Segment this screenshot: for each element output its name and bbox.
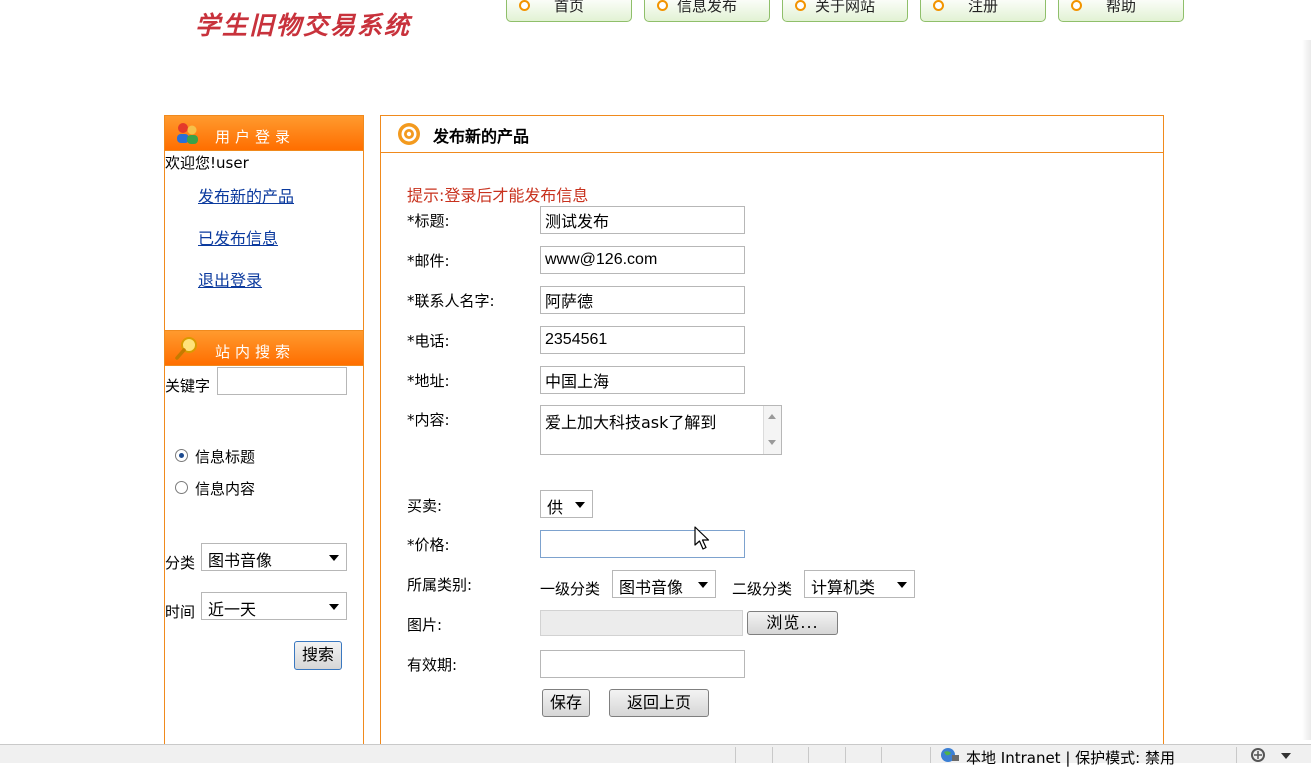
radio-search-title[interactable] — [175, 449, 188, 462]
search-box-header: 站内搜索 — [165, 331, 363, 365]
publish-panel-header: 发布新的产品 — [381, 116, 1163, 153]
scroll-up-icon[interactable] — [768, 414, 776, 419]
image-label: 图片: — [407, 616, 443, 634]
address-label: *地址: — [407, 372, 450, 390]
title-label: *标题: — [407, 212, 450, 230]
level2-label: 二级分类 — [732, 580, 793, 598]
save-button[interactable]: 保存 — [542, 689, 590, 717]
title-input[interactable] — [540, 206, 745, 234]
publish-panel-title: 发布新的产品 — [433, 127, 530, 146]
address-input[interactable] — [540, 366, 745, 394]
nav-about-label: 关于网站 — [814, 0, 875, 15]
divider — [772, 747, 773, 763]
login-box-title: 用户登录 — [215, 128, 296, 146]
content-textarea[interactable]: 爱上加大科技ask了解到 — [540, 405, 782, 455]
divider — [165, 150, 363, 151]
textarea-scrollbar[interactable] — [763, 406, 781, 454]
divider — [735, 747, 736, 763]
zoom-icon[interactable] — [1250, 747, 1272, 763]
category-label: 分类 — [165, 554, 196, 572]
keyword-label: 关键字 — [165, 377, 211, 395]
divider — [1236, 747, 1237, 763]
phone-label: *电话: — [407, 332, 450, 350]
chevron-down-icon — [897, 582, 907, 588]
radio-search-content[interactable] — [175, 481, 188, 494]
chevron-down-icon — [329, 555, 339, 561]
keyword-input[interactable] — [217, 367, 347, 395]
time-select[interactable]: 近一天 — [201, 592, 347, 620]
link-published-info[interactable]: 已发布信息 — [198, 225, 278, 249]
mouse-cursor-icon — [694, 526, 710, 550]
nav-home[interactable]: 首页 — [506, 0, 632, 22]
publish-panel: 发布新的产品 提示:登录后才能发布信息 *标题: *邮件: *联系人名字: *电… — [380, 115, 1164, 745]
radio-content-label: 信息内容 — [195, 480, 256, 498]
category-select[interactable]: 图书音像 — [201, 543, 347, 571]
trade-select-value: 供 — [547, 498, 564, 517]
search-button[interactable]: 搜索 — [294, 641, 342, 670]
nav-register-label: 注册 — [967, 0, 998, 15]
site-logo-title: 学生旧物交易系统 — [195, 11, 412, 40]
divider — [845, 747, 846, 763]
price-label: *价格: — [407, 536, 450, 554]
magnifier-icon — [175, 337, 197, 360]
contact-label: *联系人名字: — [407, 292, 495, 310]
email-input[interactable] — [540, 246, 745, 274]
nav-help-label: 帮助 — [1105, 0, 1136, 15]
divider — [881, 747, 882, 763]
target-icon — [398, 123, 420, 145]
trade-select[interactable]: 供 — [540, 490, 593, 518]
price-input[interactable] — [540, 530, 745, 558]
page-scrollbar-edge[interactable] — [1302, 40, 1311, 740]
browse-button[interactable]: 浏览... — [747, 611, 838, 635]
radio-title-label: 信息标题 — [195, 448, 256, 466]
zoom-dropdown-icon[interactable] — [1281, 753, 1291, 759]
level2-select-value: 计算机类 — [811, 578, 876, 597]
time-select-value: 近一天 — [208, 600, 257, 619]
level1-select[interactable]: 图书音像 — [612, 570, 716, 598]
link-publish-product[interactable]: 发布新的产品 — [198, 183, 294, 207]
divider — [930, 747, 931, 763]
level1-select-value: 图书音像 — [619, 578, 684, 597]
email-label: *邮件: — [407, 252, 450, 270]
nav-help[interactable]: 帮助 — [1058, 0, 1184, 22]
content-text: 爱上加大科技ask了解到 — [545, 413, 717, 432]
link-logout[interactable]: 退出登录 — [198, 267, 262, 291]
intranet-globe-icon — [941, 748, 959, 762]
nav-about[interactable]: 关于网站 — [782, 0, 908, 22]
image-path-field[interactable] — [540, 610, 743, 636]
security-zone-text: 本地 Intranet | 保护模式: 禁用 — [966, 749, 1175, 767]
nav-home-label: 首页 — [553, 0, 584, 15]
chevron-down-icon — [575, 502, 585, 508]
login-box-header: 用户登录 — [165, 116, 363, 150]
nav-publish[interactable]: 信息发布 — [644, 0, 770, 22]
status-bar: 本地 Intranet | 保护模式: 禁用 — [0, 744, 1311, 767]
users-icon — [177, 123, 198, 144]
welcome-text: 欢迎您!user — [165, 154, 249, 172]
nav-register[interactable]: 注册 — [920, 0, 1046, 22]
validity-label: 有效期: — [407, 656, 458, 674]
level1-label: 一级分类 — [540, 580, 601, 598]
validity-input[interactable] — [540, 650, 745, 678]
chevron-down-icon — [698, 582, 708, 588]
phone-input[interactable] — [540, 326, 745, 354]
divider — [808, 747, 809, 763]
level2-select[interactable]: 计算机类 — [804, 570, 915, 598]
back-button[interactable]: 返回上页 — [609, 689, 709, 717]
login-hint: 提示:登录后才能发布信息 — [407, 186, 589, 205]
chevron-down-icon — [329, 604, 339, 610]
content-label: *内容: — [407, 411, 450, 429]
category-select-value: 图书音像 — [208, 551, 273, 570]
nav-publish-label: 信息发布 — [676, 0, 737, 15]
contact-input[interactable] — [540, 286, 745, 314]
search-box-title: 站内搜索 — [215, 343, 296, 361]
sidebar: 用户登录 欢迎您!user 发布新的产品 已发布信息 退出登录 站内搜索 关键字… — [164, 115, 364, 745]
category-label: 所属类别: — [407, 576, 473, 594]
trade-label: 买卖: — [407, 497, 443, 515]
scroll-down-icon[interactable] — [768, 440, 776, 445]
divider — [165, 365, 363, 366]
time-label: 时间 — [165, 603, 196, 621]
